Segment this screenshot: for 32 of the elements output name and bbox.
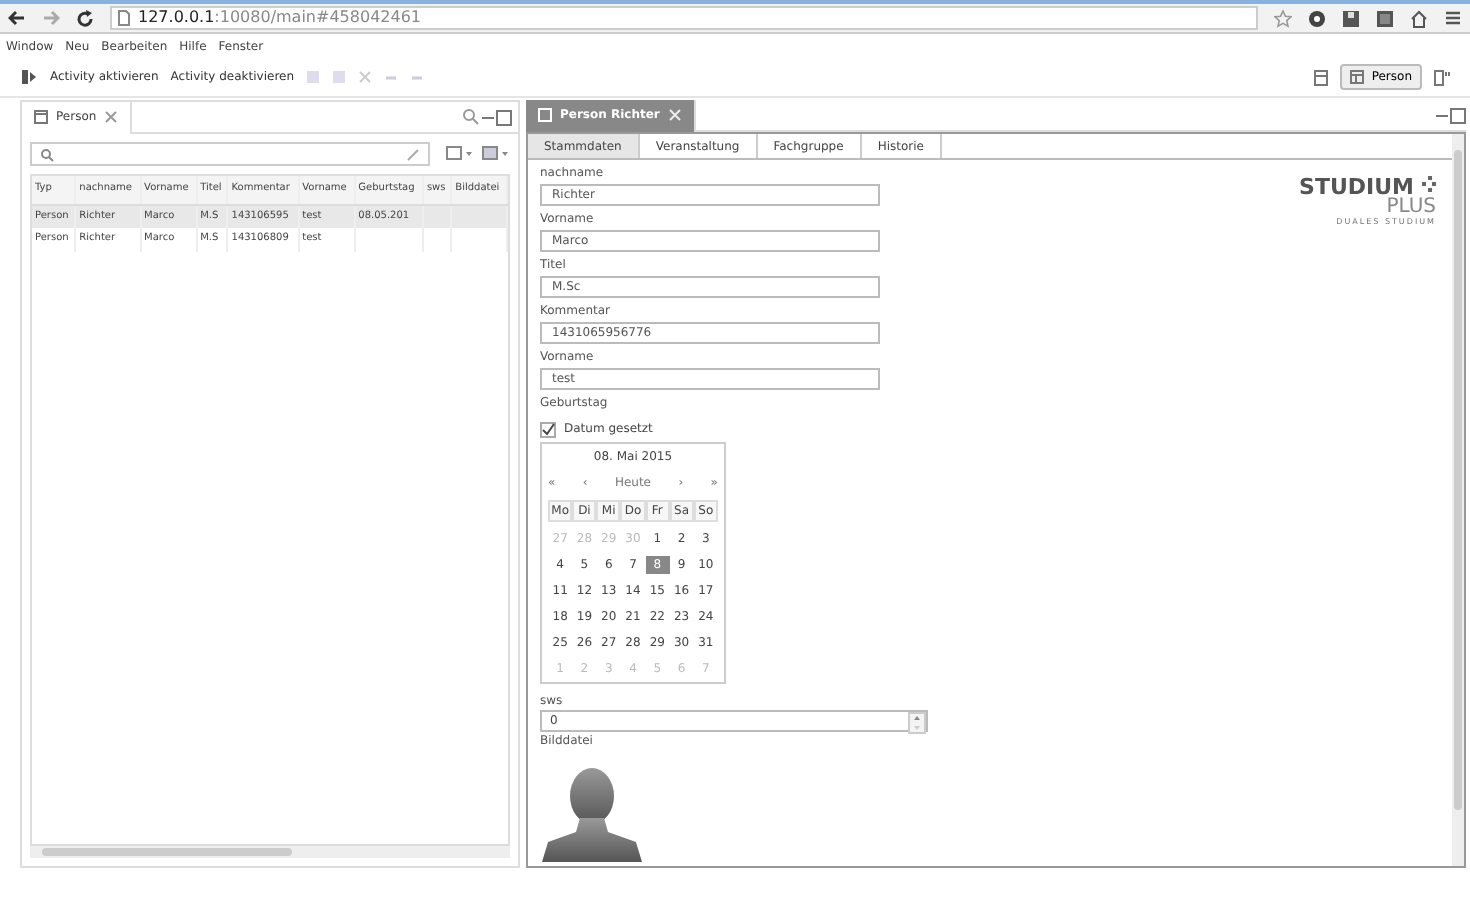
window-icon (1349, 70, 1364, 84)
star-icon[interactable] (1274, 9, 1292, 27)
filter-icon[interactable] (462, 108, 480, 126)
avatar-silhouette (540, 762, 644, 862)
extension-icon[interactable] (1308, 9, 1326, 27)
reload-icon[interactable] (76, 9, 94, 27)
search-field[interactable] (30, 142, 430, 166)
dots-icon (1422, 176, 1436, 194)
perspective-icon[interactable] (1313, 69, 1328, 85)
forward-icon[interactable] (42, 10, 60, 26)
extension-icon[interactable] (1342, 9, 1360, 27)
checkbox[interactable] (540, 421, 556, 437)
back-icon[interactable] (8, 10, 26, 26)
vertical-scrollbar[interactable] (1452, 134, 1464, 866)
maximize-icon[interactable] (1450, 107, 1466, 123)
clear-icon[interactable] (406, 147, 420, 161)
close-icon[interactable] (104, 110, 119, 124)
home-icon[interactable] (1410, 9, 1428, 27)
export-icon[interactable] (482, 146, 510, 162)
maximize-icon[interactable] (496, 109, 512, 125)
activity-icon[interactable] (20, 68, 38, 86)
more-icon[interactable] (1434, 69, 1450, 85)
columns-icon[interactable] (446, 146, 474, 162)
page-icon (118, 10, 130, 26)
extension-icon[interactable] (1376, 9, 1394, 27)
horizontal-scrollbar[interactable] (30, 846, 510, 858)
window-icon (34, 110, 48, 124)
window-icon (538, 108, 552, 122)
url-field[interactable]: 127.0.0.1:10080/main#458042461 (110, 6, 1258, 30)
search-icon (40, 147, 54, 161)
menu-icon[interactable] (1444, 10, 1462, 26)
spinner-icon[interactable] (908, 712, 926, 734)
